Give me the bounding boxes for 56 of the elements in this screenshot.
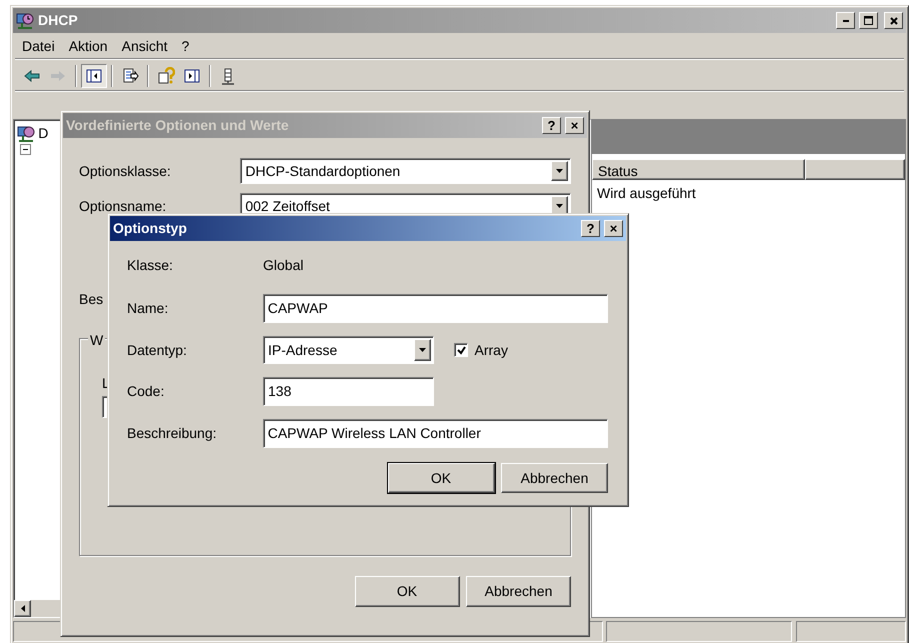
window-title: DHCP bbox=[38, 11, 79, 30]
dhcp-icon bbox=[16, 12, 34, 30]
title-bar-button[interactable]: × bbox=[565, 117, 584, 134]
field-label: Klasse: bbox=[127, 256, 174, 275]
dropdown-arrow-icon bbox=[555, 167, 564, 175]
text-field[interactable]: CAPWAP Wireless LAN Controller bbox=[262, 419, 608, 448]
collapse-icon[interactable] bbox=[20, 144, 31, 155]
left-arrow-icon bbox=[18, 604, 26, 613]
field-label: Code: bbox=[127, 382, 166, 401]
toolbar-button[interactable] bbox=[81, 64, 107, 88]
field-label: Optionsname: bbox=[79, 196, 168, 216]
server-icon bbox=[219, 66, 237, 84]
maximize-icon bbox=[864, 16, 873, 25]
dialog-button[interactable]: Abbrechen bbox=[466, 576, 571, 607]
field-label: Bes bbox=[79, 290, 104, 309]
field-label: Beschreibung: bbox=[127, 424, 218, 443]
title-bar-button[interactable]: × bbox=[604, 220, 623, 237]
dropdown-arrow-icon bbox=[555, 202, 564, 210]
checkbox[interactable] bbox=[454, 343, 468, 357]
minimize-button[interactable] bbox=[836, 12, 855, 29]
tree-item[interactable]: D bbox=[38, 123, 48, 144]
server-icon bbox=[17, 124, 35, 142]
dropdown-arrow-icon bbox=[418, 346, 427, 354]
help-icon bbox=[157, 66, 175, 84]
scroll-left-button[interactable] bbox=[14, 600, 31, 617]
dropdown-field[interactable]: IP-Adresse bbox=[263, 336, 434, 364]
check-icon bbox=[456, 346, 466, 354]
list-cell-text: Wird ausgeführt bbox=[596, 184, 697, 203]
field-label: Datentyp: bbox=[127, 340, 188, 360]
close-icon bbox=[890, 16, 898, 24]
field-label: Optionsklasse: bbox=[79, 162, 172, 181]
text-field[interactable]: CAPWAP bbox=[262, 294, 608, 323]
dialog-button[interactable]: OK bbox=[354, 576, 460, 607]
minimize-icon bbox=[842, 20, 848, 22]
menu-item[interactable]: ? bbox=[174, 34, 196, 59]
action-pane-icon bbox=[183, 66, 201, 84]
column-header[interactable]: Status bbox=[592, 159, 805, 180]
column-header[interactable] bbox=[805, 159, 905, 180]
checkbox-label[interactable]: Array bbox=[474, 340, 508, 360]
close-button[interactable] bbox=[884, 12, 903, 29]
export-list-icon bbox=[121, 66, 139, 84]
field-value: Global bbox=[263, 256, 304, 275]
window-title: Vordefinierte Optionen und Werte bbox=[66, 116, 290, 135]
title-bar-button[interactable]: ? bbox=[542, 117, 561, 134]
title-bar-button[interactable]: ? bbox=[581, 220, 600, 237]
maximize-button[interactable] bbox=[859, 12, 878, 29]
dialog-button[interactable]: OK bbox=[388, 463, 494, 493]
menu-item[interactable]: Datei bbox=[15, 34, 62, 59]
tree-pane-icon bbox=[85, 66, 103, 84]
field-label: Name: bbox=[127, 299, 170, 318]
window-title: Optionstyp bbox=[113, 219, 188, 238]
text-field[interactable]: 138 bbox=[263, 377, 434, 406]
dropdown-field[interactable]: DHCP-Standardoptionen bbox=[240, 158, 571, 184]
dialog-button[interactable]: Abbrechen bbox=[501, 463, 608, 493]
menu-item[interactable]: Aktion bbox=[62, 34, 115, 59]
menu-item[interactable]: Ansicht bbox=[114, 34, 175, 59]
